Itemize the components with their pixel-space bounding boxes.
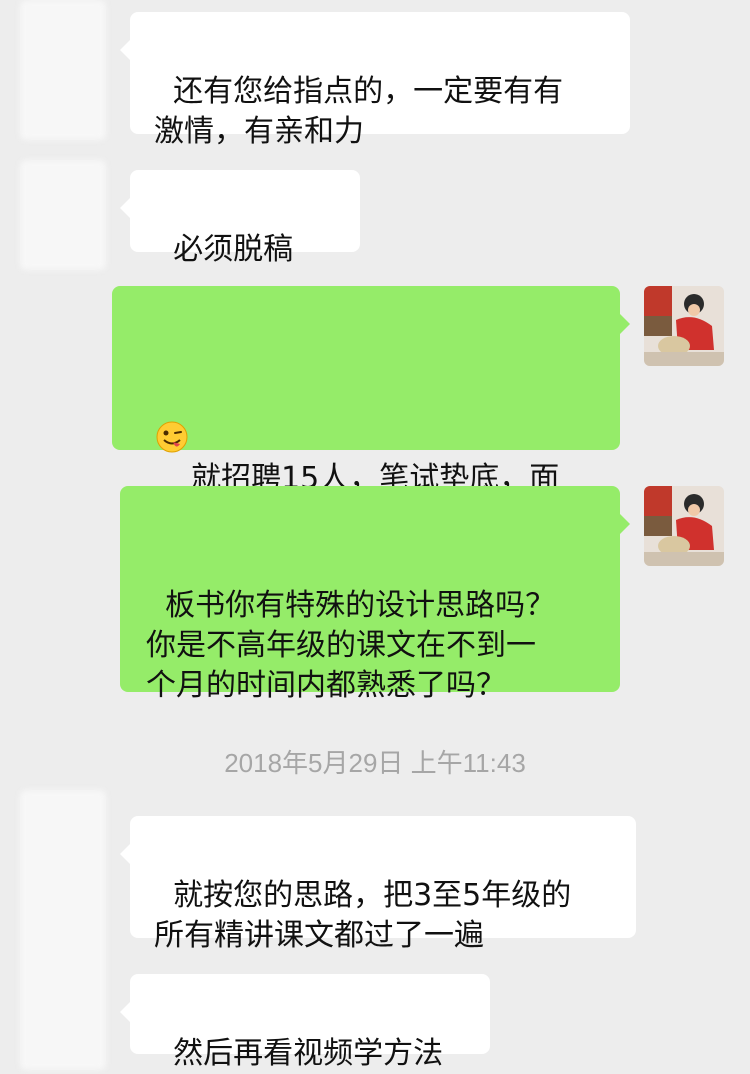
sender-avatar-blurred[interactable]	[20, 790, 106, 1070]
message-bubble-incoming[interactable]: 还有您给指点的，一定要有有 激情，有亲和力	[120, 12, 630, 149]
sender-avatar-blurred[interactable]	[20, 160, 106, 270]
message-bubble-outgoing[interactable]: 就招聘15人，笔试垫底，面 试逆袭，坚持到底就能见到曙 光！	[112, 286, 630, 576]
message-text: 板书你有特殊的设计思路吗？ 你是不高年级的课文在不到一 个月的时间内都熟悉了吗？	[146, 588, 556, 703]
user-avatar[interactable]	[644, 286, 724, 366]
message-text: 然后再看视频学方法	[173, 1036, 444, 1071]
winking-tongue-face-icon	[155, 340, 189, 453]
chat-timestamp: 2018年5月29日 上午11:43	[224, 748, 526, 778]
sender-avatar-blurred[interactable]	[20, 0, 106, 140]
message-bubble-outgoing[interactable]: 板书你有特殊的设计思路吗？ 你是不高年级的课文在不到一 个月的时间内都熟悉了吗？	[120, 486, 630, 703]
message-text: 必须脱稿	[173, 232, 294, 267]
message-bubble-incoming[interactable]: 就按您的思路，把3至5年级的 所有精讲课文都过了一遍	[120, 816, 636, 953]
message-bubble-incoming[interactable]: 然后再看视频学方法	[120, 974, 490, 1071]
user-avatar[interactable]	[644, 486, 724, 566]
message-text: 就按您的思路，把3至5年级的 所有精讲课文都过了一遍	[154, 878, 572, 953]
message-text: 还有您给指点的，一定要有有 激情，有亲和力	[154, 74, 564, 149]
message-bubble-incoming[interactable]: 必须脱稿	[120, 170, 360, 383]
